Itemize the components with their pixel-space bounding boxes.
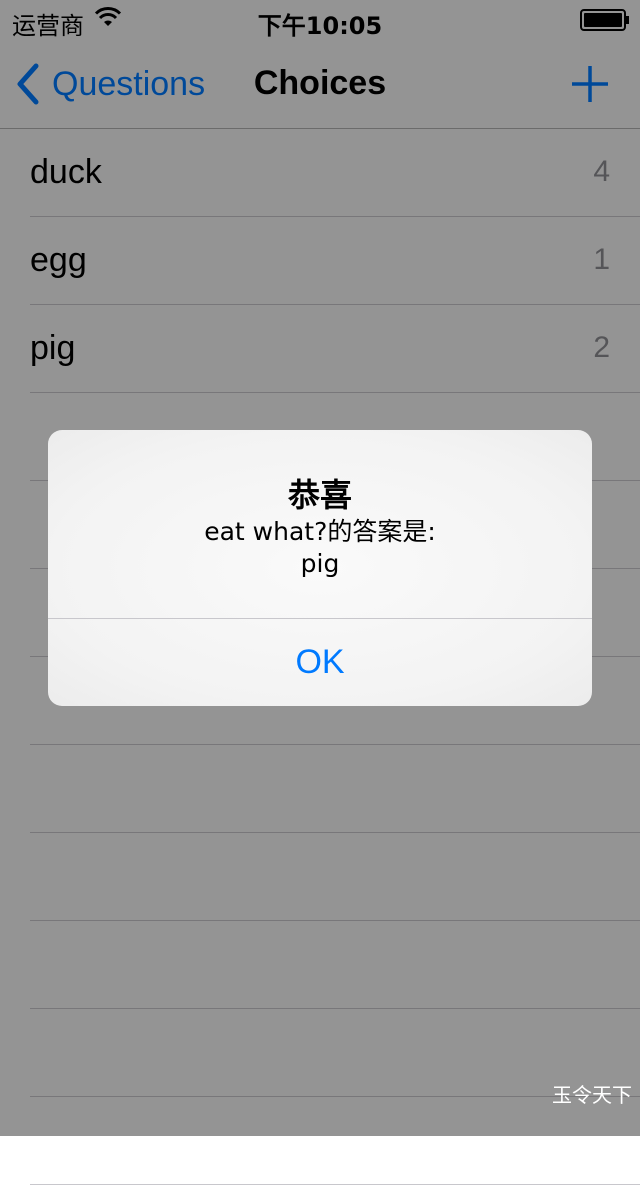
alert-message: eat what?的答案是: pig: [48, 516, 592, 580]
alert-ok-button[interactable]: OK: [48, 619, 592, 706]
alert-dialog: 恭喜 eat what?的答案是: pig OK: [48, 430, 592, 706]
alert-message-answer: pig: [300, 549, 340, 578]
alert-title: 恭喜: [287, 476, 352, 514]
watermark: 玉令天下: [552, 1083, 632, 1107]
alert-message-line: eat what?的答案是:: [204, 517, 436, 546]
